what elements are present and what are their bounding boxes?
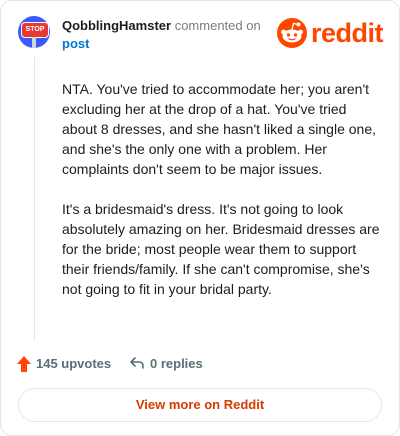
reply-arrow-icon [129,355,145,374]
username-link[interactable]: QobblingHamster [62,18,171,33]
comment-body: NTA. You've tried to accommodate her; yo… [62,79,384,319]
upvote-button[interactable]: 145 upvotes [16,354,116,374]
upvote-count: 145 upvotes [36,356,112,371]
upvote-arrow-icon [16,355,32,376]
user-avatar[interactable]: STOP [18,16,50,48]
reply-count: 0 replies [150,356,203,371]
stop-sign-icon: STOP [21,22,49,38]
sign-pole [32,37,36,48]
post-link[interactable]: post [62,36,89,51]
comment-paragraph: It's a bridesmaid's dress. It's not goin… [62,201,380,297]
view-more-button[interactable]: View more on Reddit [18,388,382,422]
reddit-snoo-icon [277,18,307,48]
comment-paragraph: NTA. You've tried to accommodate her; yo… [62,81,376,177]
reddit-logo[interactable]: reddit [277,18,385,48]
commented-on-text: commented on [174,18,261,33]
replies-button[interactable]: 0 replies [129,354,229,374]
comment-header: QobblingHamster commented on post [62,17,262,53]
reddit-wordmark: reddit [311,18,384,48]
thread-line [34,57,35,340]
reddit-comment-embed: STOP QobblingHamster commented on post r… [0,0,400,436]
